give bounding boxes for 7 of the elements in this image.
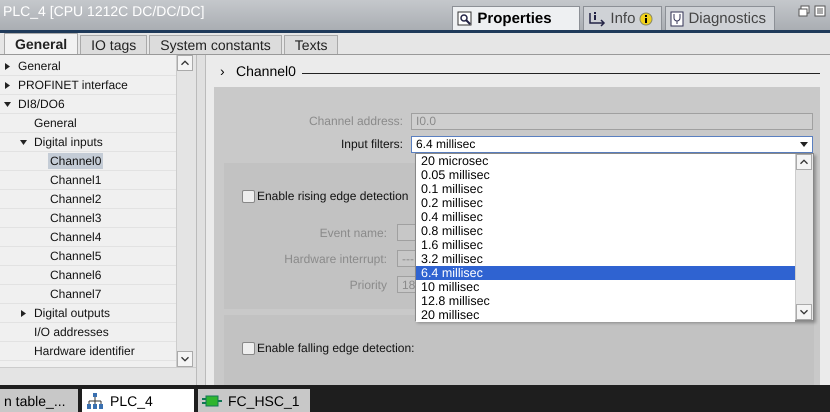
field-label: Channel address: — [308, 114, 404, 128]
section-title: Channel0 — [236, 63, 296, 79]
field-label: Priority — [348, 278, 388, 292]
field-label: Hardware interrupt: — [283, 252, 388, 266]
field-label: Input filters: — [340, 137, 404, 151]
window-title: PLC_4 [CPU 1212C DC/DC/DC] — [3, 3, 206, 19]
field-label: Event name: — [318, 226, 388, 240]
